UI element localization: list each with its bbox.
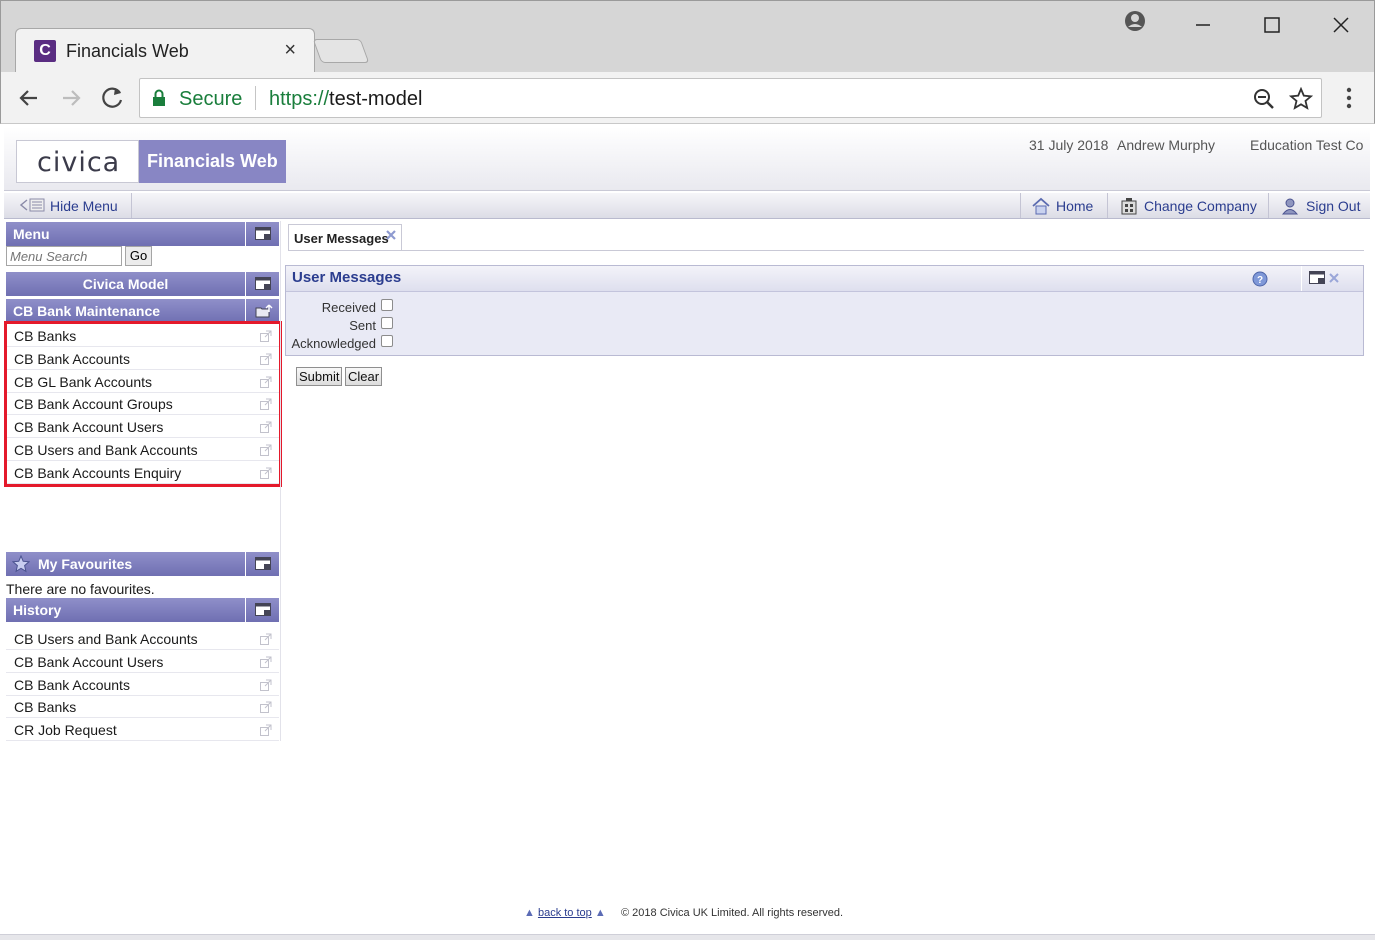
window-close-icon[interactable] xyxy=(1323,11,1359,39)
filter-checkbox[interactable] xyxy=(381,317,393,329)
back-to-top-link[interactable]: back to top xyxy=(538,907,592,919)
sidebar-divider xyxy=(280,221,281,741)
home-icon xyxy=(1032,197,1050,215)
new-tab-button[interactable] xyxy=(312,39,370,63)
panel-close-icon[interactable] xyxy=(1328,272,1340,284)
header-separator xyxy=(1301,266,1302,291)
history-item-label: CB Bank Accounts xyxy=(14,676,130,693)
tab-title: Financials Web xyxy=(66,41,189,61)
forward-arrow-icon[interactable] xyxy=(57,84,85,112)
reload-icon[interactable] xyxy=(99,84,127,112)
submit-button[interactable]: Submit xyxy=(296,367,343,386)
header-user: Andrew Murphy xyxy=(1117,137,1216,153)
up-arrow-icon: ▲ xyxy=(594,907,606,919)
maximize-icon[interactable] xyxy=(1254,11,1290,39)
filter-field-label: Acknowledged xyxy=(291,336,376,351)
panel-title: User Messages xyxy=(292,269,402,286)
zoom-icon[interactable] xyxy=(1252,87,1276,111)
hide-menu-icon xyxy=(20,198,45,212)
favourites-star-icon xyxy=(12,555,30,573)
header-company: Education Test Co xyxy=(1250,137,1364,153)
clear-button[interactable]: Clear xyxy=(345,367,383,386)
history-item-label: CB Bank Account Users xyxy=(14,653,164,670)
bookmark-star-icon[interactable] xyxy=(1288,86,1314,111)
header-date: 31 July 2018 xyxy=(1029,137,1109,153)
history-item[interactable]: CB Users and Bank Accounts xyxy=(6,627,279,650)
browser-titlebar: C Financials Web × xyxy=(0,0,1375,73)
back-arrow-icon[interactable] xyxy=(15,84,43,112)
address-bar[interactable]: Secure https://test-model xyxy=(139,78,1322,118)
tab-user-messages[interactable]: User Messages xyxy=(288,224,402,251)
tab-close-icon[interactable]: × xyxy=(284,39,296,62)
product-name: Financials Web xyxy=(139,140,286,183)
folder-up-icon xyxy=(255,304,273,318)
panel-window-icon xyxy=(255,227,271,240)
menu-collapse-button[interactable] xyxy=(245,222,279,246)
browser-toolbar: Secure https://test-model xyxy=(0,72,1375,124)
user-messages-panel: User Messages ? Received Sent Acknowledged xyxy=(285,265,1364,356)
up-arrow-icon: ▲ xyxy=(524,907,535,919)
minimize-icon[interactable] xyxy=(1185,11,1221,39)
change-company-link[interactable]: Change Company xyxy=(1107,193,1267,218)
menu-search-go-button[interactable]: Go xyxy=(125,246,152,266)
panel-window-icon xyxy=(255,277,271,290)
history-item-label: CR Job Request xyxy=(14,722,117,739)
panel-window-icon xyxy=(255,603,271,616)
filter-checkbox[interactable] xyxy=(381,335,393,347)
filter-field: Sent xyxy=(286,316,586,334)
menu-search-input[interactable] xyxy=(6,246,122,266)
history-item[interactable]: CB Bank Accounts xyxy=(6,673,279,696)
panel-window-icon xyxy=(255,557,271,570)
profile-icon[interactable] xyxy=(1117,7,1153,35)
hide-menu-label: Hide Menu xyxy=(50,198,118,214)
url-text: https://test-model xyxy=(269,88,423,110)
history-item-label: CB Users and Bank Accounts xyxy=(14,631,198,647)
my-favourites-header: My Favourites xyxy=(6,552,279,576)
history-item[interactable]: CB Banks xyxy=(6,695,279,719)
svg-text:?: ? xyxy=(1257,275,1263,286)
civica-model-header[interactable]: Civica Model xyxy=(6,272,279,296)
filter-checkbox[interactable] xyxy=(381,299,393,311)
sign-out-link[interactable]: Sign Out xyxy=(1268,193,1368,218)
tab-close-icon[interactable] xyxy=(385,229,397,241)
user-sign-out-icon xyxy=(1281,198,1299,215)
app-menubar: Hide Menu Home Change Company Sign Out xyxy=(4,193,1370,219)
menu-panel-header: Menu xyxy=(6,222,279,246)
history-header: History xyxy=(6,598,279,622)
filter-field-label: Received xyxy=(321,300,376,315)
page-footer: ▲ back to top ▲ © 2018 Civica UK Limited… xyxy=(524,907,843,919)
model-collapse-button[interactable] xyxy=(245,272,279,296)
browser-tab[interactable]: C Financials Web × xyxy=(15,28,315,73)
panel-window-icon[interactable] xyxy=(1309,271,1325,284)
cb-bank-maintenance-header[interactable]: CB Bank Maintenance xyxy=(6,299,279,323)
filter-field: Acknowledged xyxy=(286,334,586,352)
no-favourites-text: There are no favourites. xyxy=(6,581,155,597)
history-collapse-button[interactable] xyxy=(245,598,279,622)
lock-icon xyxy=(153,89,165,106)
secure-label: Secure xyxy=(179,88,243,110)
app-window: civica Financials Web 31 July 2018 Andre… xyxy=(4,127,1370,935)
help-icon[interactable]: ? xyxy=(1252,271,1268,287)
copyright-text: © 2018 Civica UK Limited. All rights res… xyxy=(621,907,844,919)
civica-favicon-icon: C xyxy=(34,40,56,62)
civica-logo[interactable]: civica xyxy=(16,140,139,183)
hide-menu-button[interactable]: Hide Menu xyxy=(6,193,132,218)
app-header: civica Financials Web 31 July 2018 Andre… xyxy=(4,127,1370,191)
history-item-label: CB Banks xyxy=(14,699,77,716)
favourites-collapse-button[interactable] xyxy=(245,552,279,576)
building-icon xyxy=(1121,198,1137,215)
highlight-box xyxy=(4,321,282,487)
filter-field: Received xyxy=(286,298,586,316)
filter-field-label: Sent xyxy=(349,318,376,333)
url-separator xyxy=(255,86,256,110)
home-link[interactable]: Home xyxy=(1020,193,1106,218)
history-item[interactable]: CR Job Request xyxy=(6,718,279,742)
user-messages-panel-header: User Messages ? xyxy=(286,266,1363,292)
history-item[interactable]: CB Bank Account Users xyxy=(6,650,279,673)
tab-underline xyxy=(288,250,1364,251)
window-bottom-border xyxy=(0,934,1375,940)
browser-menu-icon[interactable] xyxy=(1335,84,1363,112)
section-up-button[interactable] xyxy=(245,299,279,323)
